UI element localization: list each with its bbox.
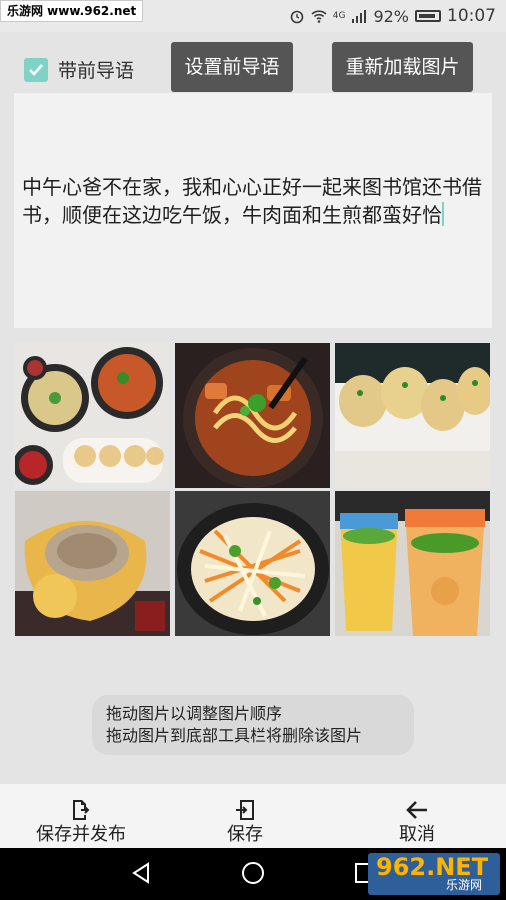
cancel-button[interactable]: 取消 xyxy=(382,784,452,848)
save-button[interactable]: 保存 xyxy=(210,784,280,848)
check-icon xyxy=(29,64,43,76)
watermark-top: 乐游网 www.962.net xyxy=(0,0,144,22)
cancel-label: 取消 xyxy=(399,824,435,845)
watermark-bottom: 962.NET 乐游网 xyxy=(368,853,500,895)
guide-checkbox-label[interactable]: 带前导语 xyxy=(58,58,134,84)
reload-images-button[interactable]: 重新加载图片 xyxy=(332,42,473,92)
photo-thumbnail-3[interactable] xyxy=(335,343,490,488)
post-text-area[interactable]: 中午心爸不在家，我和心心正好一起来图书馆还书借书，顺便在这边吃午饭，牛肉面和生煎… xyxy=(14,93,492,328)
photo-thumbnail-4[interactable] xyxy=(15,491,170,636)
signal-icon xyxy=(351,8,367,24)
photo-thumbnail-2[interactable] xyxy=(175,343,330,488)
clock: 10:07 xyxy=(447,6,496,26)
publish-icon xyxy=(69,798,93,822)
battery-percent: 92% xyxy=(373,6,409,26)
wifi-icon xyxy=(311,8,327,24)
save-icon xyxy=(233,798,257,822)
status-bar: 乐游网 www.962.net 4G 92% 10:07 xyxy=(0,0,506,32)
battery-icon xyxy=(415,10,441,22)
photo-thumbnail-6[interactable] xyxy=(335,491,490,636)
text-cursor xyxy=(442,202,444,226)
back-arrow-icon xyxy=(405,798,429,822)
alarm-icon xyxy=(289,8,305,24)
save-and-publish-button[interactable]: 保存并发布 xyxy=(22,784,140,848)
drag-hint-toast: 拖动图片以调整图片顺序 拖动图片到底部工具栏将删除该图片 xyxy=(92,695,414,755)
guide-checkbox[interactable] xyxy=(24,58,48,82)
photo-thumbnail-5[interactable] xyxy=(175,491,330,636)
photo-grid xyxy=(15,343,491,636)
set-guide-button[interactable]: 设置前导语 xyxy=(171,42,293,92)
bottom-toolbar: 保存并发布 保存 取消 xyxy=(0,784,506,848)
nav-home-icon[interactable] xyxy=(240,860,266,890)
post-text: 中午心爸不在家，我和心心正好一起来图书馆还书借书，顺便在这边吃午饭，牛肉面和生煎… xyxy=(22,175,482,227)
save-label: 保存 xyxy=(227,824,263,845)
status-icons: 4G 92% 10:07 xyxy=(289,0,496,32)
network-type: 4G xyxy=(332,11,346,21)
save-and-publish-label: 保存并发布 xyxy=(36,824,126,845)
watermark-bottom-small: 乐游网 xyxy=(446,878,483,892)
hint-line-delete: 拖动图片到底部工具栏将删除该图片 xyxy=(106,726,363,745)
nav-back-icon[interactable] xyxy=(128,860,154,890)
hint-line-reorder: 拖动图片以调整图片顺序 xyxy=(106,704,283,723)
photo-thumbnail-1[interactable] xyxy=(15,343,170,488)
